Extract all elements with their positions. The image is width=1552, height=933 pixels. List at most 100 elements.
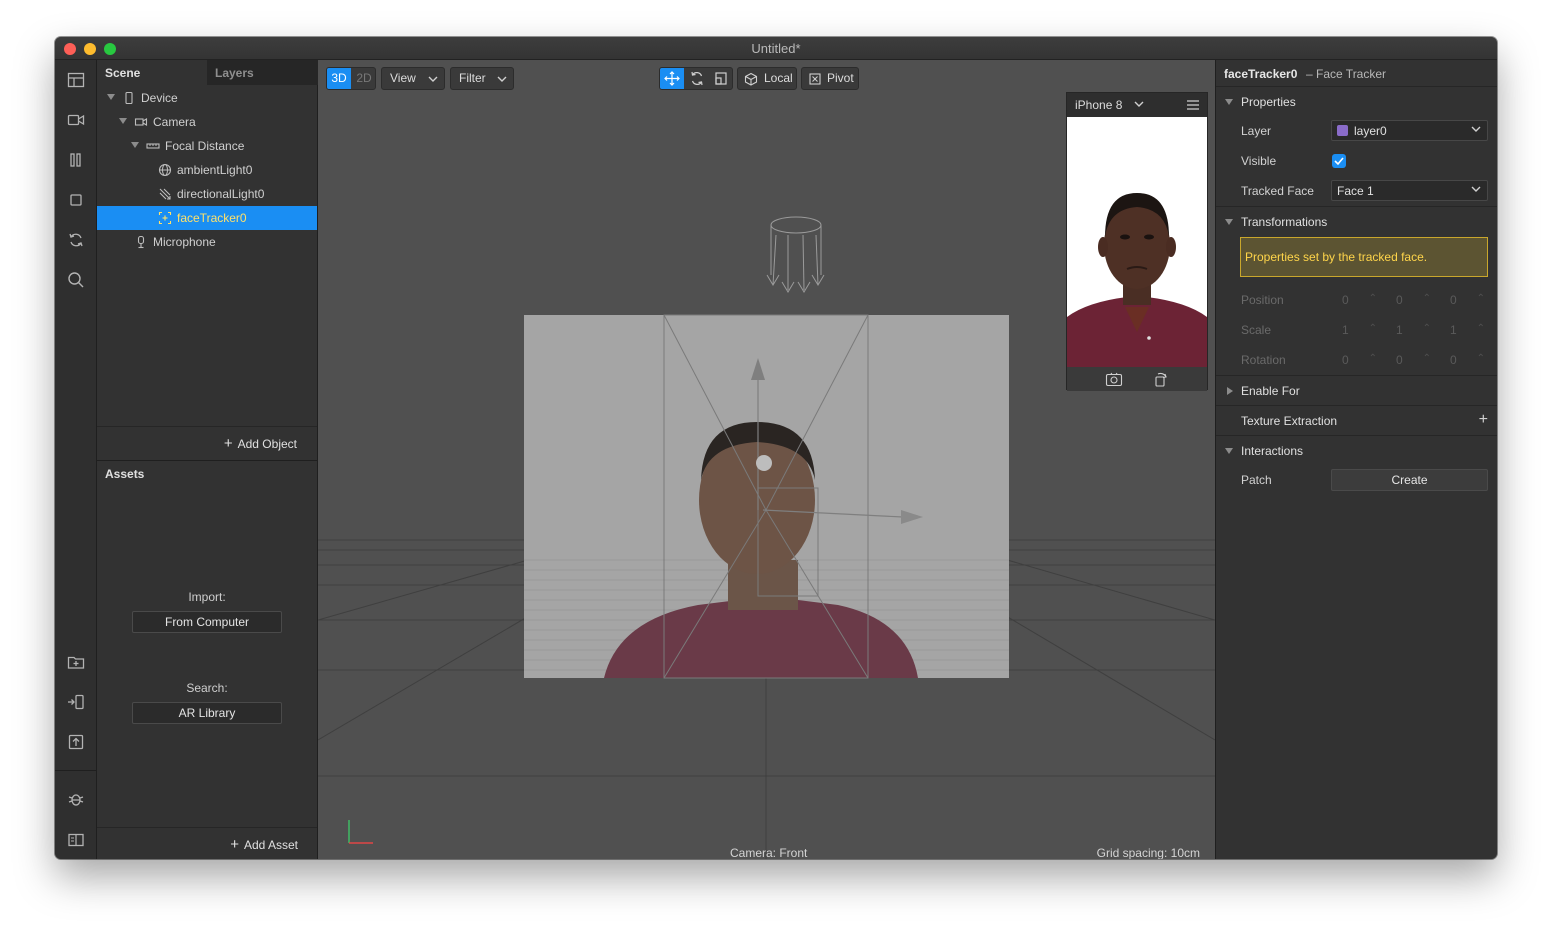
device-label: iPhone 8 [1075,98,1123,112]
chevron-down-icon [497,76,507,82]
pivot-toggle[interactable]: Pivot [801,67,859,90]
columns-icon[interactable] [66,150,86,170]
device-dropdown[interactable]: iPhone 8 [1075,98,1144,112]
book-icon[interactable] [66,830,86,850]
add-object-button[interactable]: + Add Object [224,435,297,452]
title-bar: Untitled* [55,37,1497,60]
tree-item-ambient-light[interactable]: ambientLight0 [97,158,317,182]
tree-item-directional-light[interactable]: directionalLight0 [97,182,317,206]
rotate-device-icon[interactable] [1153,371,1169,387]
refresh-icon[interactable] [66,230,86,250]
mode-3d-button[interactable]: 3D [327,68,351,89]
tree-item-label: Microphone [153,235,216,249]
layer-value: layer0 [1354,124,1387,138]
rotate-tool-button[interactable] [685,68,709,89]
visible-checkbox[interactable] [1332,154,1346,168]
filter-dropdown[interactable]: Filter [450,67,514,90]
layout-icon[interactable] [66,70,86,90]
upload-icon[interactable] [66,732,86,752]
tree-item-camera[interactable]: Camera [97,110,317,134]
plus-icon: + [230,836,239,853]
tab-layers[interactable]: Layers [207,60,318,85]
send-to-device-icon[interactable] [66,692,86,712]
rotation-z-field: 0 ⌃ [1450,353,1485,367]
menu-icon[interactable] [1187,100,1199,110]
move-tool-button[interactable] [660,68,684,89]
local-toggle[interactable]: Local [737,67,797,90]
expand-arrow-icon[interactable] [131,142,139,148]
section-interactions[interactable]: Interactions [1216,435,1497,465]
dimension-toggle[interactable]: 3D 2D [326,67,376,90]
rotation-row: Rotation 0 ⌃ 0 ⌃ 0 ⌃ [1216,345,1497,375]
section-title: Interactions [1241,444,1304,458]
pivot-label: Pivot [827,71,854,85]
search-icon[interactable] [66,270,86,290]
view-label: View [390,71,416,85]
switch-camera-icon[interactable] [1105,371,1123,387]
patch-row: Patch Create [1216,465,1497,495]
camera-label: Camera: Front [730,846,808,859]
scale-x-field: 1 ⌃ [1342,323,1377,337]
square-icon[interactable] [66,190,86,210]
section-title: Texture Extraction [1241,414,1338,428]
add-texture-extraction-icon[interactable]: + [1479,411,1488,429]
view-dropdown[interactable]: View [381,67,445,90]
video-camera-icon [134,118,148,126]
section-texture-extraction[interactable]: Texture Extraction + [1216,405,1497,435]
chevron-down-icon [428,76,438,82]
cube-icon [744,72,758,86]
mode-2d-button[interactable]: 2D [352,68,376,89]
bug-icon[interactable] [66,789,86,809]
light-gizmo[interactable] [766,216,825,293]
tree-item-label: ambientLight0 [177,163,253,177]
simulator-screen[interactable] [1067,117,1207,367]
scale-icon [715,72,727,85]
ar-library-button[interactable]: AR Library [132,702,282,724]
chevron-down-icon [1471,186,1481,192]
window-title: Untitled* [751,41,801,56]
create-patch-button[interactable]: Create [1331,469,1488,491]
grid-spacing-label: Grid spacing: 10cm [1096,846,1200,859]
tree-item-label: Camera [153,115,196,129]
position-y-field: 0 ⌃ [1396,293,1431,307]
tree-item-face-tracker[interactable]: faceTracker0 [97,206,317,230]
expand-arrow-icon[interactable] [107,94,115,100]
tracked-face-row: Tracked Face Face 1 [1216,176,1497,206]
position-z-field: 0 ⌃ [1450,293,1485,307]
microphone-icon [137,235,145,249]
tab-scene[interactable]: Scene [97,60,207,85]
tracked-face-notice: Properties set by the tracked face. [1240,237,1488,277]
layer-color-swatch [1337,125,1348,136]
rotation-y-field: 0 ⌃ [1396,353,1431,367]
visible-row: Visible [1216,146,1497,176]
expand-arrow-icon[interactable] [119,118,127,124]
from-computer-button[interactable]: From Computer [132,611,282,633]
rail-divider [55,770,97,771]
section-enable-for[interactable]: Enable For [1216,375,1497,405]
transform-tools [659,67,733,90]
camera-preview [1067,193,1207,367]
simulator-panel: iPhone 8 [1066,92,1208,391]
section-transformations[interactable]: Transformations [1216,206,1497,236]
viewport[interactable]: 3D 2D View Filter Local Pivot iPhone 8 C… [318,60,1215,859]
section-title: Transformations [1241,215,1328,229]
expand-arrow-icon [1225,448,1233,454]
video-camera-icon[interactable] [66,110,86,130]
add-asset-button[interactable]: + Add Asset [230,836,298,853]
object-name: faceTracker0 [1224,67,1298,81]
assets-panel: Assets Import: From Computer Search: AR … [97,460,318,859]
tracked-face-dropdown[interactable]: Face 1 [1331,180,1488,201]
tree-item-device[interactable]: Device [97,86,317,110]
scene-panel: Scene Layers Device Camera Focal Distanc… [97,60,318,460]
tracked-face-label: Tracked Face [1241,184,1314,198]
face-tracker-icon [158,211,172,225]
section-properties[interactable]: Properties [1216,86,1497,116]
tree-item-microphone[interactable]: Microphone [97,230,317,254]
tree-item-label: faceTracker0 [177,211,247,225]
assets-title: Assets [105,467,145,481]
layer-dropdown[interactable]: layer0 [1331,120,1488,141]
add-folder-icon[interactable] [66,652,86,672]
import-label: Import: [188,590,226,604]
tree-item-focal-distance[interactable]: Focal Distance [97,134,317,158]
scale-tool-button[interactable] [709,68,733,89]
